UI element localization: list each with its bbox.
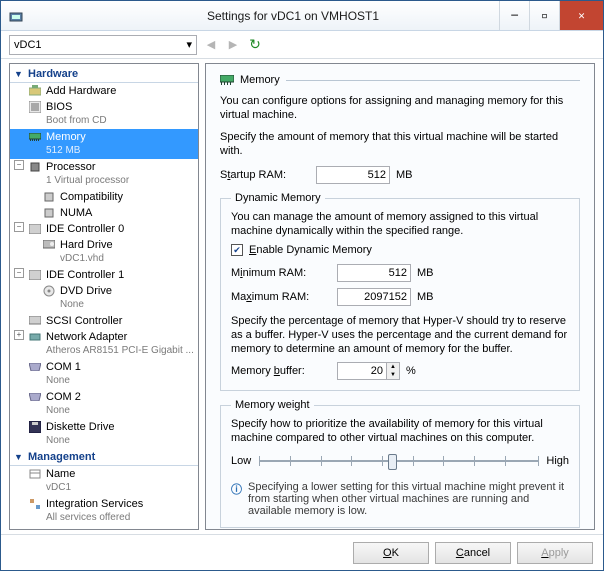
intro-text-1: You can configure options for assigning … bbox=[220, 94, 580, 122]
memory-weight-legend: Memory weight bbox=[231, 399, 314, 411]
dynamic-memory-group: Dynamic Memory You can manage the amount… bbox=[220, 192, 580, 391]
tree-section-management[interactable]: ▼Management bbox=[10, 449, 198, 466]
tree-diskette[interactable]: Diskette DriveNone bbox=[10, 419, 198, 449]
com-port-icon bbox=[28, 390, 42, 404]
maximize-button[interactable]: ▫ bbox=[529, 1, 559, 30]
button-bar: OK Cancel Apply bbox=[1, 534, 603, 570]
memory-weight-slider[interactable] bbox=[259, 451, 538, 471]
maximum-ram-input[interactable] bbox=[337, 288, 411, 306]
dvd-icon bbox=[42, 284, 56, 298]
memory-pane: Memory You can configure options for ass… bbox=[205, 63, 595, 530]
refresh-button[interactable]: ↻ bbox=[247, 37, 263, 53]
intro-text-2: Specify the amount of memory that this v… bbox=[220, 130, 580, 158]
nav-next-button: ▶ bbox=[225, 37, 241, 53]
nav-prev-button: ◀ bbox=[203, 37, 219, 53]
cancel-button[interactable]: Cancel bbox=[435, 542, 511, 564]
tree-ide0[interactable]: −IDE Controller 0 bbox=[10, 221, 198, 237]
numa-icon bbox=[42, 206, 56, 220]
apply-button: Apply bbox=[517, 542, 593, 564]
tree-scsi[interactable]: SCSI Controller bbox=[10, 313, 198, 329]
memory-buffer-input[interactable] bbox=[337, 362, 387, 380]
snapshot-icon bbox=[28, 527, 42, 530]
ide-icon bbox=[28, 268, 42, 282]
tree-network-adapter[interactable]: +Network AdapterAtheros AR8151 PCI-E Gig… bbox=[10, 329, 198, 359]
system-icon bbox=[5, 9, 27, 23]
startup-ram-label: Startup RAM: bbox=[220, 169, 310, 181]
divider bbox=[286, 80, 580, 81]
tree-snapshot-location[interactable]: Snapshot File LocationD:\Virtual Machine… bbox=[10, 526, 198, 530]
memory-buffer-spinner[interactable]: ▲▼ bbox=[387, 362, 400, 380]
ok-button[interactable]: OK bbox=[353, 542, 429, 564]
tree-compatibility[interactable]: Compatibility bbox=[10, 189, 198, 205]
tree-hard-drive[interactable]: Hard DrivevDC1.vhd bbox=[10, 237, 198, 267]
name-icon bbox=[28, 467, 42, 481]
settings-tree[interactable]: ▼Hardware Add Hardware BIOSBoot from CD … bbox=[9, 63, 199, 530]
toolbar: vDC1 ▾ ◀ ▶ ↻ bbox=[1, 31, 603, 59]
tree-com1[interactable]: COM 1None bbox=[10, 359, 198, 389]
weight-low-label: Low bbox=[231, 455, 251, 467]
tree-bios[interactable]: BIOSBoot from CD bbox=[10, 99, 198, 129]
integration-icon bbox=[28, 497, 42, 511]
info-icon: ⓘ bbox=[231, 481, 242, 517]
memory-weight-desc: Specify how to prioritize the availabili… bbox=[231, 417, 569, 445]
processor-icon bbox=[28, 160, 42, 174]
tree-ide1[interactable]: −IDE Controller 1 bbox=[10, 267, 198, 283]
tree-processor[interactable]: −Processor1 Virtual processor bbox=[10, 159, 198, 189]
tree-section-hardware[interactable]: ▼Hardware bbox=[10, 66, 198, 83]
tree-dvd-drive[interactable]: DVD DriveNone bbox=[10, 283, 198, 313]
enable-dynamic-memory-checkbox[interactable]: ✔ bbox=[231, 244, 243, 256]
collapse-icon[interactable]: − bbox=[14, 268, 24, 278]
enable-dynamic-memory-label: Enable Dynamic Memory bbox=[249, 244, 372, 256]
dynamic-memory-desc: You can manage the amount of memory assi… bbox=[231, 210, 569, 238]
dynamic-memory-legend: Dynamic Memory bbox=[231, 192, 325, 204]
memory-weight-info: Specifying a lower setting for this virt… bbox=[248, 481, 569, 517]
titlebar: Settings for vDC1 on VMHOST1 ─ ▫ ✕ bbox=[1, 1, 603, 31]
tree-integration-services[interactable]: Integration ServicesAll services offered bbox=[10, 496, 198, 526]
compatibility-icon bbox=[42, 190, 56, 204]
tree-name[interactable]: NamevDC1 bbox=[10, 466, 198, 496]
vm-selector-value: vDC1 bbox=[14, 39, 42, 51]
memory-buffer-label: Memory buffer: bbox=[231, 365, 331, 377]
maximum-ram-label: Maximum RAM: bbox=[231, 291, 331, 303]
minimize-button[interactable]: ─ bbox=[499, 1, 529, 30]
tree-add-hardware[interactable]: Add Hardware bbox=[10, 83, 198, 99]
add-hardware-icon bbox=[28, 84, 42, 98]
chevron-down-icon: ▾ bbox=[186, 38, 192, 51]
network-icon bbox=[28, 330, 42, 344]
bios-icon bbox=[28, 100, 42, 114]
tree-com2[interactable]: COM 2None bbox=[10, 389, 198, 419]
buffer-desc: Specify the percentage of memory that Hy… bbox=[231, 314, 569, 356]
tree-numa[interactable]: NUMA bbox=[10, 205, 198, 221]
mb-unit: MB bbox=[396, 169, 413, 181]
collapse-icon[interactable]: − bbox=[14, 222, 24, 232]
memory-icon bbox=[28, 130, 42, 144]
tree-memory[interactable]: Memory512 MB bbox=[10, 129, 198, 159]
ide-icon bbox=[28, 222, 42, 236]
minimum-ram-input[interactable] bbox=[337, 264, 411, 282]
collapse-icon[interactable]: − bbox=[14, 160, 24, 170]
expand-icon[interactable]: + bbox=[14, 330, 24, 340]
vm-selector[interactable]: vDC1 ▾ bbox=[9, 35, 197, 55]
close-button[interactable]: ✕ bbox=[559, 1, 603, 30]
hard-drive-icon bbox=[42, 238, 56, 252]
window-title: Settings for vDC1 on VMHOST1 bbox=[27, 9, 499, 23]
memory-weight-group: Memory weight Specify how to prioritize … bbox=[220, 399, 580, 528]
memory-icon bbox=[220, 75, 234, 85]
scsi-icon bbox=[28, 314, 42, 328]
diskette-icon bbox=[28, 420, 42, 434]
weight-high-label: High bbox=[546, 455, 569, 467]
minimum-ram-label: Minimum RAM: bbox=[231, 267, 331, 279]
com-port-icon bbox=[28, 360, 42, 374]
startup-ram-input[interactable] bbox=[316, 166, 390, 184]
pane-title: Memory bbox=[240, 74, 280, 86]
